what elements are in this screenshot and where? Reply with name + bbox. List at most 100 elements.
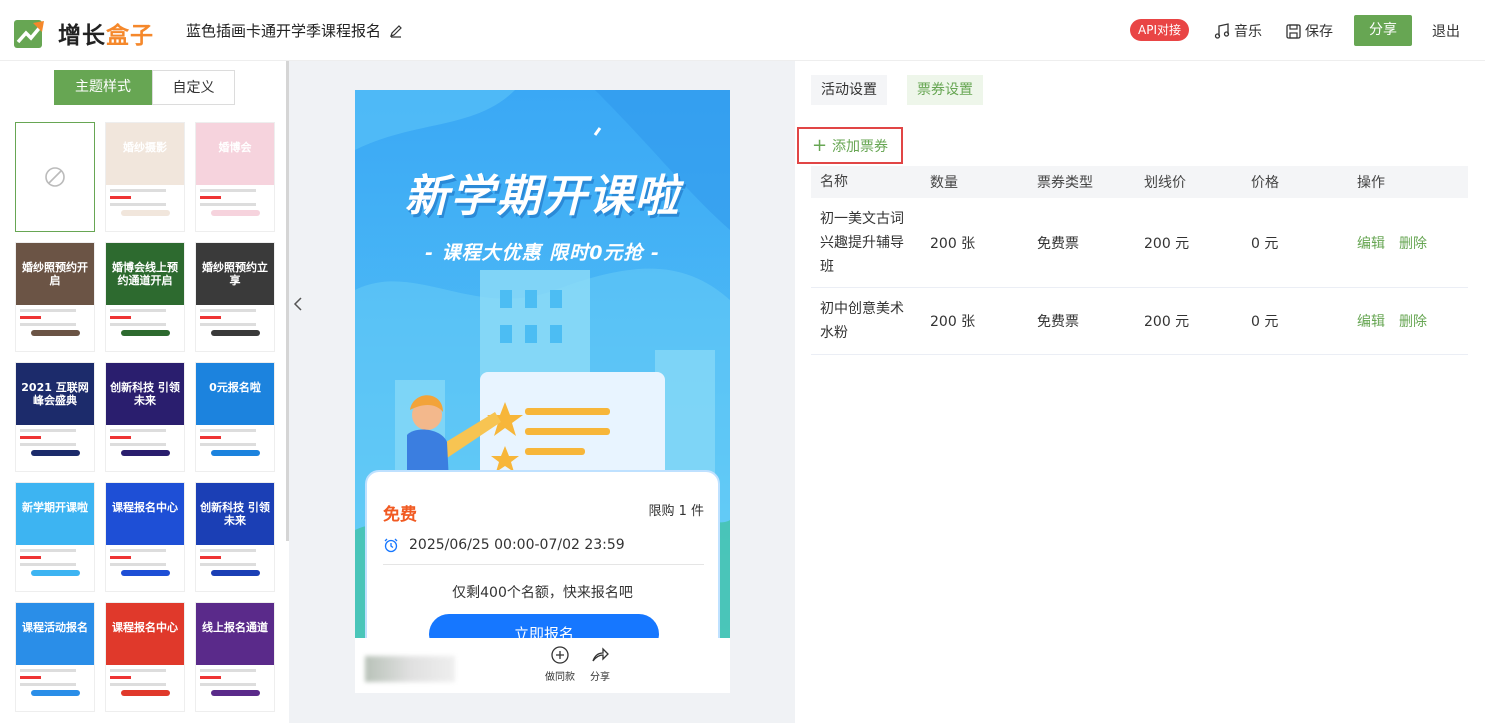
placeholder-button: [120, 570, 170, 576]
placeholder-line: [110, 549, 166, 552]
placeholder-line: [200, 443, 256, 446]
ticket-name: 初中创意美术水粉: [820, 301, 904, 341]
placeholder-line: [110, 316, 131, 319]
share-button[interactable]: 分享: [1354, 15, 1412, 46]
phone-bottom-bar: 做同款 分享: [355, 638, 730, 693]
add-ticket-button[interactable]: + 添加票券: [797, 127, 903, 164]
template-preview-body: [16, 425, 94, 471]
placeholder-line: [20, 309, 76, 312]
save-button[interactable]: 保存: [1286, 21, 1333, 41]
preview-share-button[interactable]: 分享: [590, 646, 610, 683]
placeholder-line: [110, 436, 131, 439]
top-header: 增长盒子 蓝色插画卡通开学季课程报名 API对接 音乐 保存 分享 退出: [0, 0, 1485, 61]
template-thumbnail[interactable]: 线上报名通道: [195, 602, 275, 712]
collapse-handle[interactable]: [289, 287, 306, 321]
placeholder-line: [200, 189, 256, 192]
placeholder-line: [110, 196, 131, 199]
placeholder-line: [110, 323, 166, 326]
phone-preview: 新学期开课啦 - 课程大优惠 限时0元抢 - 免费 限购 1 件 2025/06…: [355, 90, 730, 693]
template-thumbnail[interactable]: 婚纱摄影: [105, 122, 185, 232]
delete-link[interactable]: 删除: [1399, 311, 1427, 331]
placeholder-line: [200, 203, 256, 206]
template-preview-body: [106, 305, 184, 351]
placeholder-line: [200, 429, 256, 432]
template-preview-body: [196, 425, 274, 471]
template-thumbnail[interactable]: 婚博会: [195, 122, 275, 232]
ticket-type: 免费票: [1037, 314, 1079, 330]
placeholder-line: [110, 683, 166, 686]
chevron-left-icon: [293, 297, 302, 311]
placeholder-button: [30, 570, 80, 576]
placeholder-line: [200, 323, 256, 326]
delete-link[interactable]: 删除: [1399, 233, 1427, 253]
placeholder-button: [210, 570, 260, 576]
template-preview-body: [106, 545, 184, 591]
tab-custom[interactable]: 自定义: [152, 70, 235, 105]
placeholder-line: [20, 429, 76, 432]
placeholder-button: [210, 210, 260, 216]
placeholder-line: [110, 676, 131, 679]
template-title: 线上报名通道: [202, 621, 268, 634]
placeholder-line: [20, 556, 41, 559]
table-row: 初中创意美术水粉 200 张 免费票 200 元 0 元 编辑 删除: [811, 288, 1468, 355]
template-thumbnail[interactable]: 婚纱照预约开启: [15, 242, 95, 352]
template-thumbnail[interactable]: 2021 互联网峰会盛典: [15, 362, 95, 472]
save-icon: [1286, 23, 1301, 39]
placeholder-line: [110, 669, 166, 672]
plus-icon: +: [811, 134, 828, 156]
ticket-actions: 编辑 删除: [1357, 288, 1441, 354]
placeholder-line: [110, 189, 166, 192]
copy-template-button[interactable]: 做同款: [545, 646, 575, 683]
placeholder-button: [120, 210, 170, 216]
template-thumbnail[interactable]: 新学期开课啦: [15, 482, 95, 592]
edit-icon[interactable]: [389, 24, 403, 38]
tab-activity-settings[interactable]: 活动设置: [811, 75, 887, 105]
template-preview-body: [106, 665, 184, 711]
page-title: 蓝色插画卡通开学季课程报名: [186, 20, 403, 41]
template-thumbnail[interactable]: 0元报名啦: [195, 362, 275, 472]
edit-link[interactable]: 编辑: [1357, 311, 1385, 331]
share-arrow-icon: [592, 647, 609, 662]
table-row: 初一美文古词兴趣提升辅导班 200 张 免费票 200 元 0 元 编辑 删除: [811, 198, 1468, 288]
template-thumbnail[interactable]: 婚纱照预约立享: [195, 242, 275, 352]
template-title: 课程报名中心: [112, 621, 178, 634]
template-thumbnail[interactable]: 婚博会线上预约通道开启: [105, 242, 185, 352]
api-badge[interactable]: API对接: [1130, 19, 1189, 41]
logo[interactable]: 增长盒子: [14, 16, 154, 50]
template-preview-body: [16, 545, 94, 591]
tab-theme-style[interactable]: 主题样式: [54, 70, 152, 105]
col-actions: 操作: [1357, 175, 1385, 191]
template-none[interactable]: [15, 122, 95, 232]
template-thumbnail[interactable]: 课程报名中心: [105, 602, 185, 712]
placeholder-line: [200, 196, 221, 199]
placeholder-line: [110, 309, 166, 312]
template-preview-body: [196, 545, 274, 591]
placeholder-line: [200, 556, 221, 559]
template-preview-body: [196, 665, 274, 711]
poster-subtitle: - 课程大优惠 限时0元抢 -: [425, 242, 660, 264]
template-title: 创新科技 引领未来: [200, 501, 270, 527]
placeholder-button: [210, 690, 260, 696]
placeholder-line: [20, 676, 41, 679]
template-thumbnail[interactable]: 创新科技 引领未来: [105, 362, 185, 472]
placeholder-line: [20, 549, 76, 552]
logout-link[interactable]: 退出: [1432, 21, 1460, 41]
music-button[interactable]: 音乐: [1214, 21, 1262, 41]
ticket-type: 免费票: [1037, 235, 1079, 252]
edit-link[interactable]: 编辑: [1357, 233, 1385, 253]
template-thumbnail[interactable]: 课程活动报名: [15, 602, 95, 712]
template-thumbnail[interactable]: 课程报名中心: [105, 482, 185, 592]
placeholder-line: [110, 556, 131, 559]
template-thumbnail[interactable]: 创新科技 引领未来: [195, 482, 275, 592]
template-tabs: 主题样式 自定义: [54, 70, 235, 105]
template-title: 新学期开课啦: [22, 501, 88, 514]
template-preview-body: [16, 665, 94, 711]
ticket-table: 名称 数量 票券类型 划线价 价格 操作 初一美文古词兴趣提升辅导班 200 张…: [811, 166, 1468, 355]
save-label: 保存: [1305, 24, 1333, 40]
placeholder-button: [210, 330, 260, 336]
poster-title: 新学期开课啦: [404, 171, 681, 222]
template-title: 婚博会线上预约通道开启: [112, 261, 178, 287]
tab-ticket-settings[interactable]: 票券设置: [907, 75, 983, 105]
placeholder-line: [200, 563, 256, 566]
placeholder-line: [110, 563, 166, 566]
